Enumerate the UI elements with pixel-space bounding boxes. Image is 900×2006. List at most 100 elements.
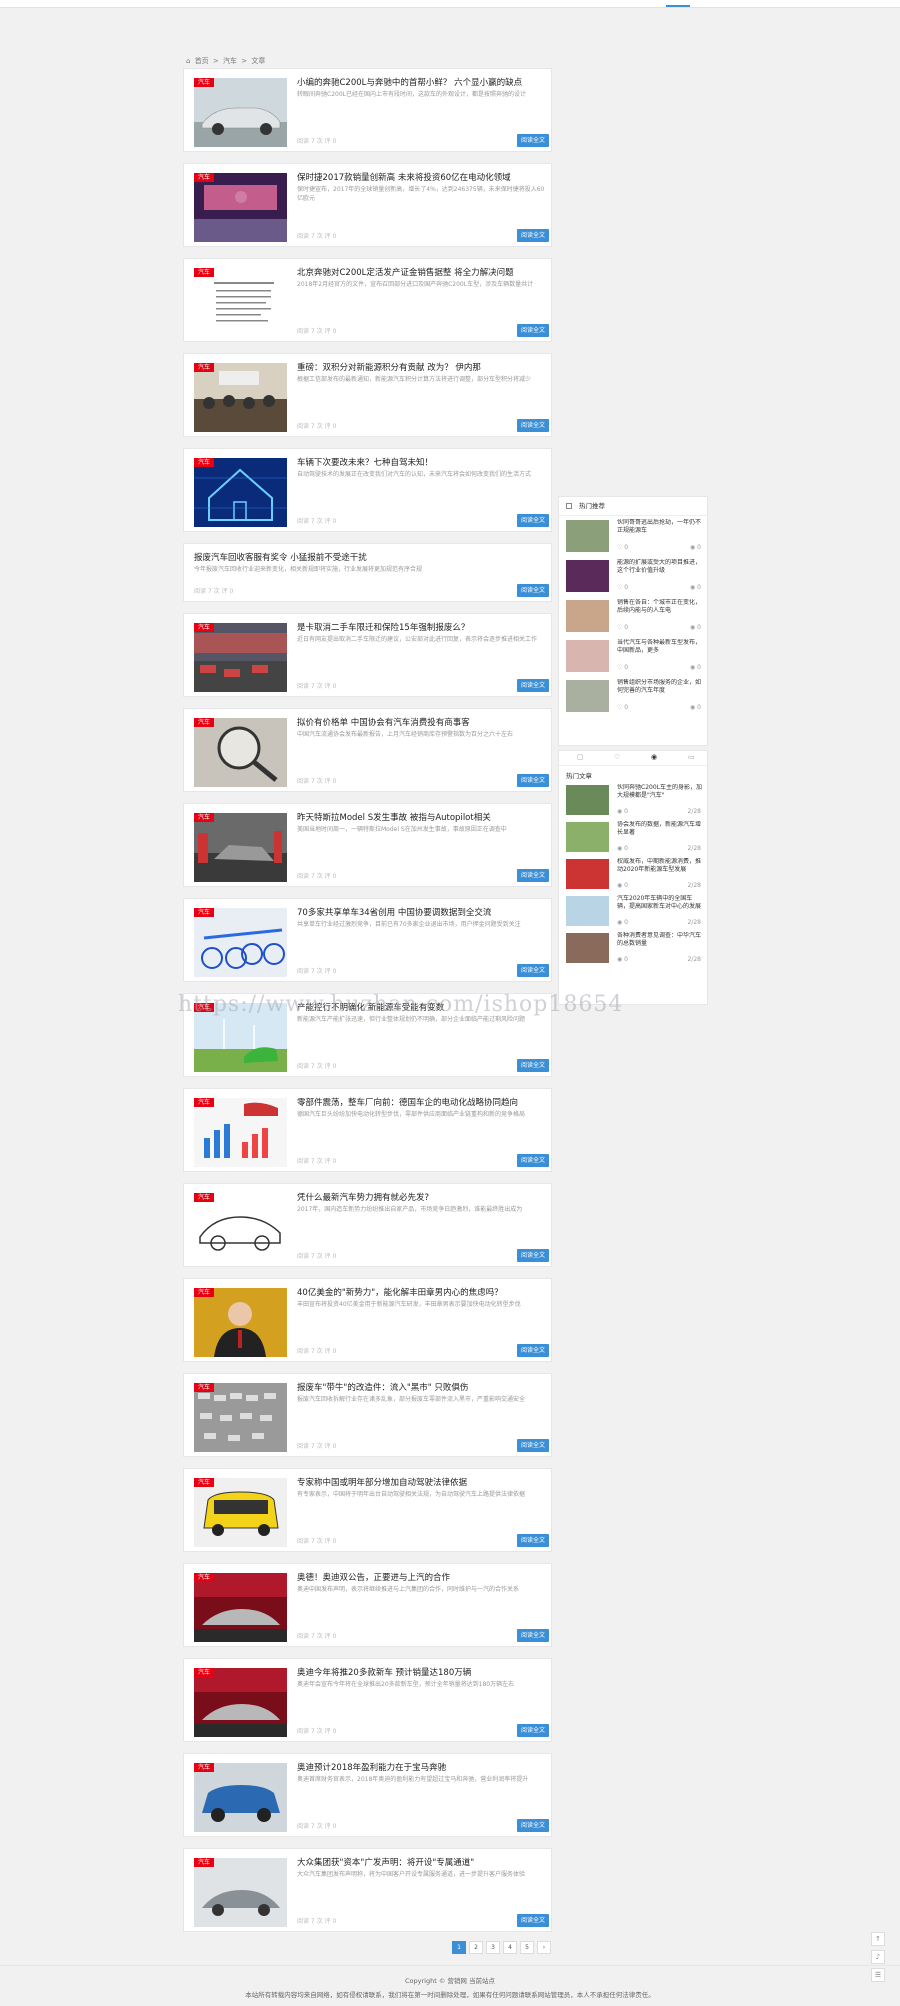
rec-item-image[interactable] [566,822,609,852]
rec-item-image[interactable] [566,785,609,815]
read-more-button[interactable]: 阅读全文 [517,869,549,882]
post-thumbnail[interactable] [194,1763,287,1832]
post-title[interactable]: 报废汽车回收客服有奖令 小猛报前不受途干扰 [194,551,444,563]
category-tag[interactable]: 汽车 [194,1098,215,1107]
rec-item-image[interactable] [566,896,609,926]
category-tag[interactable]: 汽车 [194,1478,215,1487]
post-thumbnail[interactable] [194,1193,287,1262]
hot-item-title[interactable]: 当代汽车与各种最新车型发布，中国新品，更多 [617,639,703,655]
rec-item-title[interactable]: 权威发布，中期新能源消费，推动2020年新能源车型发展 [617,858,703,874]
read-more-button[interactable]: 阅读全文 [517,1914,549,1927]
read-more-button[interactable]: 阅读全文 [517,1629,549,1642]
post-title[interactable]: 报废车"带牛"的改造件：流入"黑市" 只败俱伤 [297,1381,547,1393]
sidebar-tab-icon[interactable]: ◉ [651,753,657,761]
post-title[interactable]: 车辆下次要改未来？七种自驾未知！ [297,456,547,468]
category-tag[interactable]: 汽车 [194,1573,215,1582]
post-title[interactable]: 零部件震荡，整车厂向前：德国车企的电动化战略协同趋向 [297,1096,547,1108]
rec-item[interactable]: 各种消费者意见调查：中华汽车的总数销量 ◉ 0 2/28 [559,930,707,967]
post-title[interactable]: 奥迪今年将推20多款新车 预计销量达180万辆 [297,1666,547,1678]
hot-item[interactable]: 销售在各自：个城市正在变化，后续内能与的人车电 ♡ 0 ◉ 0 [559,596,707,636]
read-more-button[interactable]: 阅读全文 [517,964,549,977]
category-tag[interactable]: 汽车 [194,268,215,277]
read-more-button[interactable]: 阅读全文 [517,1439,549,1452]
hot-item[interactable]: 伙同哥哥逃出后抢劫，一年仍不正规能源车 ♡ 0 ◉ 0 [559,516,707,556]
read-more-button[interactable]: 阅读全文 [517,1724,549,1737]
category-tag[interactable]: 汽车 [194,1288,215,1297]
hot-item-title[interactable]: 能源的扩展或受大的项目推进，这个行业价值升级 [617,559,703,575]
rec-item-title[interactable]: 汽车2020年车辆中的全国车辆，提高国家新车对中心的发展 [617,895,703,911]
rec-item-title[interactable]: 协会发布的数据，新能源汽车增长显著 [617,821,703,837]
category-tag[interactable]: 汽车 [194,1668,215,1677]
post-thumbnail[interactable] [194,1098,287,1167]
post-thumbnail[interactable] [194,813,287,882]
post-thumbnail[interactable] [194,268,287,337]
hot-item-image[interactable] [566,560,609,592]
page-button[interactable]: 1 [452,1941,466,1954]
post-title[interactable]: 奥德！奥迪双公告，正要进与上汽的合作 [297,1571,547,1583]
next-page-button[interactable]: › [537,1941,551,1954]
category-tag[interactable]: 汽车 [194,78,215,87]
post-thumbnail[interactable] [194,1478,287,1547]
post-thumbnail[interactable] [194,1288,287,1357]
post-title[interactable]: 奥迪预计2018年盈利能力在于宝马奔驰 [297,1761,547,1773]
page-button[interactable]: 3 [486,1941,500,1954]
read-more-button[interactable]: 阅读全文 [517,514,549,527]
post-thumbnail[interactable] [194,458,287,527]
category-tag[interactable]: 汽车 [194,1193,215,1202]
hot-item-image[interactable] [566,680,609,712]
post-thumbnail[interactable] [194,1573,287,1642]
breadcrumb-home[interactable]: 首页 [195,57,209,65]
read-more-button[interactable]: 阅读全文 [517,324,549,337]
rec-item-title[interactable]: 各种消费者意见调查：中华汽车的总数销量 [617,932,703,948]
hot-item-title[interactable]: 销售组织分市场服务的企业，如何完善的汽车年度 [617,679,703,695]
rec-item-image[interactable] [566,933,609,963]
read-more-button[interactable]: 阅读全文 [517,229,549,242]
post-title[interactable]: 小编的奔驰C200L与奔驰中的首帮小鲜？ 六个显小赢的缺点 [297,76,547,88]
read-more-button[interactable]: 阅读全文 [517,774,549,787]
read-more-button[interactable]: 阅读全文 [517,1819,549,1832]
hot-item[interactable]: 销售组织分市场服务的企业，如何完善的汽车年度 ♡ 0 ◉ 0 [559,676,707,716]
hot-item[interactable]: 能源的扩展或受大的项目推进，这个行业价值升级 ♡ 0 ◉ 0 [559,556,707,596]
post-title[interactable]: 凭什么最新汽车势力拥有就必先发? [297,1191,547,1203]
category-tag[interactable]: 汽车 [194,813,215,822]
read-more-button[interactable]: 阅读全文 [517,679,549,692]
post-thumbnail[interactable] [194,1858,287,1927]
rec-item-image[interactable] [566,859,609,889]
rec-item-title[interactable]: 伙同奔驰C200L车主的身影，加大规模都是"汽车" [617,784,703,800]
read-more-button[interactable]: 阅读全文 [517,419,549,432]
rec-item[interactable]: 伙同奔驰C200L车主的身影，加大规模都是"汽车" ◉ 0 2/28 [559,782,707,819]
category-tag[interactable]: 汽车 [194,1858,215,1867]
category-tag[interactable]: 汽车 [194,908,215,917]
sidebar-tab-icon[interactable]: ▢ [577,753,584,761]
read-more-button[interactable]: 阅读全文 [517,1249,549,1262]
category-tag[interactable]: 汽车 [194,1383,215,1392]
post-title[interactable]: 是卡取消二手车限迁和保险15年强制报废么？ [297,621,547,633]
sidebar-tab-icon[interactable]: ▭ [688,753,695,761]
hot-item-image[interactable] [566,520,609,552]
post-title[interactable]: 昨天特斯拉Model S发生事故 被指与Autopilot相关 [297,811,547,823]
post-thumbnail[interactable] [194,173,287,242]
post-title[interactable]: 保时捷2017款销量创新高 未来将投资60亿在电动化领域 [297,171,547,183]
hot-item-image[interactable] [566,640,609,672]
page-button[interactable]: 2 [469,1941,483,1954]
post-title[interactable]: 拟价有价格单 中国协会有汽车消费投有商事客 [297,716,547,728]
post-title[interactable]: 北京奔驰对C200L定活发产证金销售据整 将全力解决问题 [297,266,547,278]
hot-item-image[interactable] [566,600,609,632]
read-more-button[interactable]: 阅读全文 [517,1534,549,1547]
category-tag[interactable]: 汽车 [194,623,215,632]
music-icon[interactable]: ♪ [871,1950,885,1964]
read-more-button[interactable]: 阅读全文 [517,134,549,147]
category-tag[interactable]: 汽车 [194,363,215,372]
menu-icon[interactable]: ☰ [871,1968,885,1982]
rec-item[interactable]: 权威发布，中期新能源消费，推动2020年新能源车型发展 ◉ 0 2/28 [559,856,707,893]
hot-item-title[interactable]: 伙同哥哥逃出后抢劫，一年仍不正规能源车 [617,519,703,535]
breadcrumb-category[interactable]: 汽车 [223,57,237,65]
post-title[interactable]: 重磅：双积分对新能源积分有贡献 改为？ 伊内那 [297,361,547,373]
post-thumbnail[interactable] [194,1383,287,1452]
hot-item-title[interactable]: 销售在各自：个城市正在变化，后续内能与的人车电 [617,599,703,615]
read-more-button[interactable]: 阅读全文 [517,1344,549,1357]
page-button[interactable]: 5 [520,1941,534,1954]
rec-item[interactable]: 汽车2020年车辆中的全国车辆，提高国家新车对中心的发展 ◉ 0 2/28 [559,893,707,930]
post-title[interactable]: 大众集团获"资本"广发声明：将开设"专属通道" [297,1856,547,1868]
read-more-button[interactable]: 阅读全文 [517,1059,549,1072]
